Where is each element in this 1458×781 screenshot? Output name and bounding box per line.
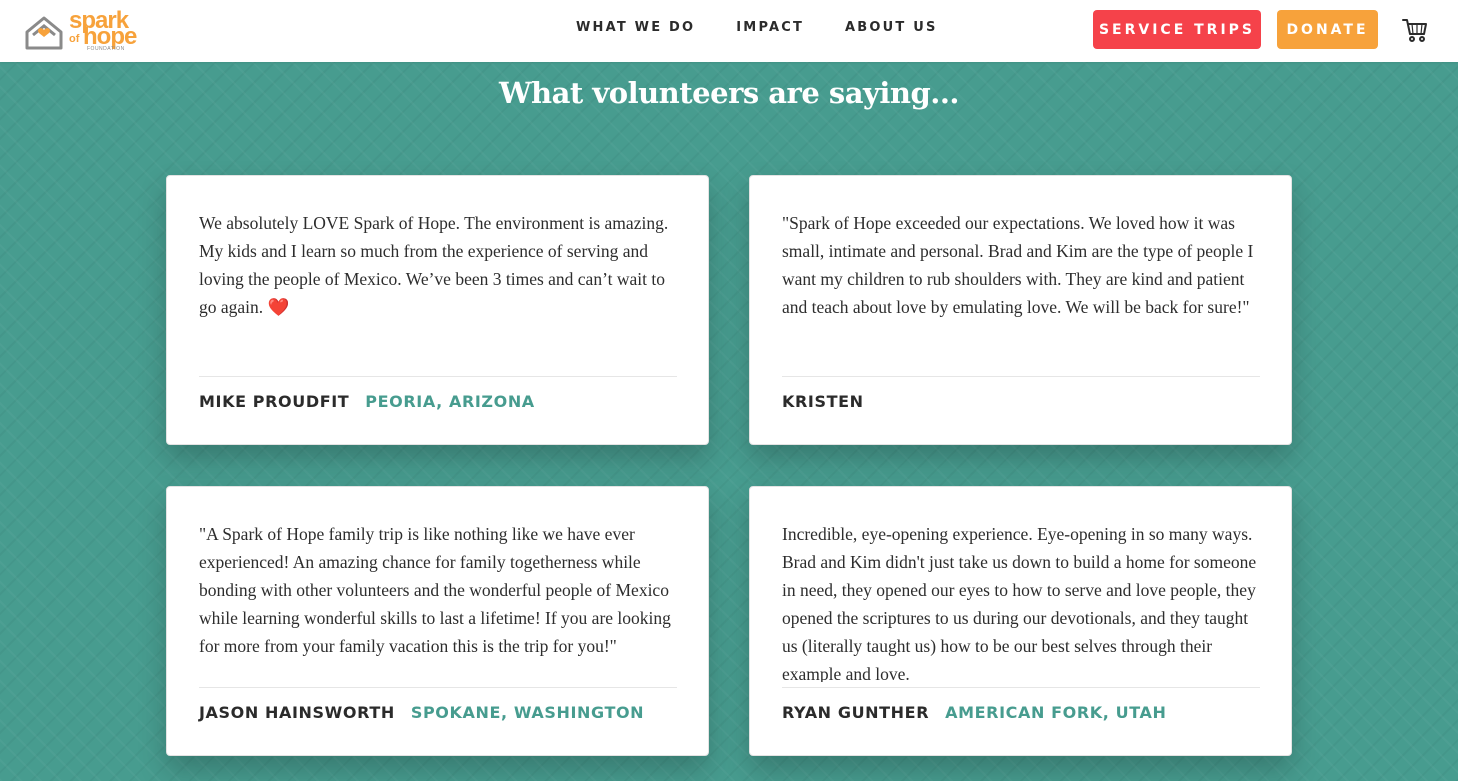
testimonial-location: AMERICAN FORK, UTAH: [945, 703, 1167, 722]
testimonial-footer: JASON HAINSWORTH SPOKANE, WASHINGTON: [199, 703, 644, 722]
card-divider: [199, 376, 677, 377]
section-title: What volunteers are saying...: [498, 76, 960, 110]
nav-impact[interactable]: IMPACT: [736, 20, 804, 35]
testimonial-footer: RYAN GUNTHER AMERICAN FORK, UTAH: [782, 703, 1166, 722]
logo-wordmark: spark of hope FOUNDATION: [69, 9, 137, 52]
card-divider: [199, 687, 677, 688]
logo-foundation-text: FOUNDATION: [87, 46, 125, 52]
nav-what-we-do[interactable]: WHAT WE DO: [576, 20, 695, 35]
site-header: spark of hope FOUNDATION WHAT WE DO IMPA…: [0, 0, 1458, 62]
card-divider: [782, 687, 1260, 688]
nav-about-us[interactable]: ABOUT US: [845, 20, 938, 35]
testimonial-text: "A Spark of Hope family trip is like not…: [199, 524, 671, 656]
testimonial-location: SPOKANE, WASHINGTON: [410, 703, 645, 722]
main-nav: WHAT WE DO IMPACT ABOUT US: [576, 20, 938, 35]
testimonial-author: KRISTEN: [782, 392, 864, 411]
testimonial-location: PEORIA, ARIZONA: [365, 392, 535, 411]
testimonial-author: MIKE PROUDFIT: [199, 392, 350, 411]
testimonial-text: "Spark of Hope exceeded our expectations…: [782, 213, 1254, 317]
testimonial-card: "A Spark of Hope family trip is like not…: [166, 486, 709, 756]
testimonial-author: RYAN GUNTHER: [782, 703, 930, 722]
testimonial-footer: KRISTEN: [782, 392, 880, 411]
donate-button[interactable]: DONATE: [1277, 10, 1378, 49]
testimonial-card: Incredible, eye-opening experience. Eye-…: [749, 486, 1292, 756]
testimonial-card: "Spark of Hope exceeded our expectations…: [749, 175, 1292, 445]
card-divider: [782, 376, 1260, 377]
service-trips-button[interactable]: SERVICE TRIPS: [1093, 10, 1261, 49]
testimonial-card: We absolutely LOVE Spark of Hope. The en…: [166, 175, 709, 445]
testimonial-text: We absolutely LOVE Spark of Hope. The en…: [199, 213, 669, 317]
testimonial-author: JASON HAINSWORTH: [199, 703, 395, 722]
house-heart-icon: [25, 16, 63, 50]
testimonial-text: Incredible, eye-opening experience. Eye-…: [782, 524, 1257, 682]
shopping-cart-icon[interactable]: [1401, 16, 1429, 44]
logo-of-text: of: [69, 33, 80, 45]
spark-of-hope-logo[interactable]: spark of hope FOUNDATION: [24, 9, 144, 53]
testimonial-footer: MIKE PROUDFIT PEORIA, ARIZONA: [199, 392, 535, 411]
